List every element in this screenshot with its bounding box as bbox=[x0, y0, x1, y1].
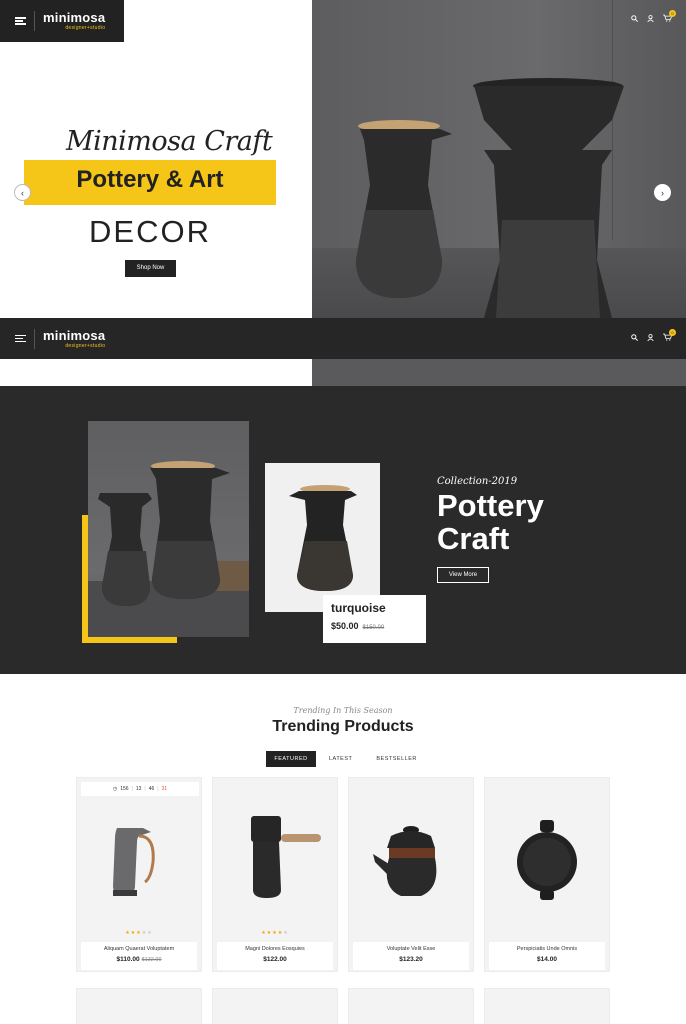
teapot-illustration bbox=[373, 826, 437, 896]
hero-image-continuation bbox=[0, 359, 686, 386]
header-icons: 0 bbox=[631, 10, 676, 22]
product-card[interactable] bbox=[76, 988, 202, 1024]
collection-main-image[interactable] bbox=[88, 421, 249, 637]
sticky-header: minimosa designer+studio 0 bbox=[0, 318, 686, 359]
collection-tag: Collection-2019 bbox=[437, 476, 518, 487]
chevron-right-icon: › bbox=[661, 187, 664, 198]
user-icon[interactable] bbox=[647, 14, 654, 22]
brand-logo[interactable]: minimosa designer+studio bbox=[43, 329, 105, 349]
product-name[interactable]: Magni Dolores Eosquies bbox=[217, 946, 333, 952]
menu-icon[interactable] bbox=[15, 334, 26, 343]
header-logo-block[interactable]: minimosa designer+studio bbox=[0, 0, 124, 42]
product-image[interactable] bbox=[485, 778, 609, 928]
trending-title: Trending Products bbox=[272, 718, 414, 735]
product-image[interactable] bbox=[213, 778, 337, 928]
slider-next-button[interactable]: › bbox=[654, 184, 671, 201]
product-card[interactable]: Perspiciatis Unde Omnis $14.00 bbox=[484, 777, 610, 972]
product-card[interactable] bbox=[484, 988, 610, 1024]
product-card[interactable] bbox=[212, 988, 338, 1024]
brand-logo[interactable]: minimosa designer+studio bbox=[43, 11, 105, 31]
product-card[interactable]: ◷ 156 | 13 | 46 | 31 ★★★★★ Aliquam Quaerat … bbox=[76, 777, 202, 972]
menu-icon[interactable] bbox=[15, 17, 26, 25]
search-icon[interactable] bbox=[631, 14, 638, 22]
product-price: $123.20 bbox=[399, 956, 423, 963]
brand-name: minimosa bbox=[43, 327, 106, 343]
tab-latest[interactable]: LATEST bbox=[320, 751, 361, 767]
kettle-illustration bbox=[113, 828, 155, 896]
slider-prev-button[interactable]: ‹ bbox=[14, 184, 31, 201]
rating-stars: ★★★★★ bbox=[261, 930, 289, 936]
product-price: $122.00 bbox=[263, 956, 287, 963]
coffee-maker-illustration bbox=[251, 816, 321, 898]
collection-banner: turquoise $50.00 $150.00 Collection-2019… bbox=[0, 386, 686, 674]
product-card[interactable]: ★★★★★ Magni Dolores Eosquies $122.00 bbox=[212, 777, 338, 972]
cart-button[interactable]: 0 bbox=[663, 10, 676, 22]
pan-illustration bbox=[517, 820, 577, 900]
shop-now-button[interactable]: Shop Now bbox=[125, 260, 176, 277]
product-card[interactable] bbox=[348, 988, 474, 1024]
brand-tagline: designer+studio bbox=[65, 25, 106, 31]
collection-title-line2: Craft bbox=[437, 521, 510, 556]
product-old-price: $132.00 bbox=[141, 957, 162, 963]
product-image[interactable] bbox=[77, 778, 201, 928]
cart-count-badge: 0 bbox=[669, 10, 676, 17]
hero-slider: minimosa designer+studio 0 Minimosa Craf… bbox=[0, 0, 686, 318]
hero-pottery-illustration bbox=[356, 78, 624, 318]
header-icons: 0 bbox=[631, 329, 676, 341]
cart-count-badge: 0 bbox=[669, 329, 676, 336]
product-card[interactable]: Voluptate Velit Esse $123.20 bbox=[348, 777, 474, 972]
user-icon[interactable] bbox=[647, 333, 654, 341]
collection-pottery-illustration bbox=[88, 461, 249, 637]
tab-bestseller[interactable]: BESTSELLER bbox=[367, 751, 425, 767]
product-name[interactable]: Aliquam Quaerat Voluptatem bbox=[81, 946, 197, 952]
product-price: $14.00 bbox=[537, 956, 557, 963]
chevron-left-icon: ‹ bbox=[21, 187, 24, 198]
hero-image bbox=[312, 0, 686, 318]
collection-title-line1: Pottery bbox=[437, 488, 544, 523]
hero-headline: Pottery & Art bbox=[76, 166, 224, 193]
product-tabs: FEATURED LATEST BESTSELLER bbox=[266, 751, 426, 767]
hero-script-title: Minimosa Craft bbox=[66, 126, 273, 157]
featured-product-price: $50.00 bbox=[331, 621, 359, 631]
search-icon[interactable] bbox=[631, 333, 638, 341]
carafe-illustration bbox=[289, 485, 357, 591]
featured-product-name[interactable]: turquoise bbox=[331, 601, 418, 615]
tab-featured[interactable]: FEATURED bbox=[266, 751, 316, 767]
featured-product-card[interactable]: turquoise $50.00 $150.00 bbox=[323, 595, 426, 643]
cart-button[interactable]: 0 bbox=[663, 329, 676, 341]
rating-stars: ★★★★★ bbox=[125, 930, 153, 936]
product-name[interactable]: Perspiciatis Unde Omnis bbox=[489, 946, 605, 952]
brand-tagline: designer+studio bbox=[65, 342, 106, 349]
product-image[interactable] bbox=[349, 778, 473, 928]
featured-product-old-price: $150.00 bbox=[362, 625, 385, 631]
trending-subtitle: Trending In This Season bbox=[293, 706, 393, 715]
hero-subheadline: DECOR bbox=[89, 214, 211, 249]
product-price: $110.00 bbox=[116, 956, 140, 963]
collection-product-image[interactable] bbox=[265, 463, 380, 612]
product-name[interactable]: Voluptate Velit Esse bbox=[353, 946, 469, 952]
collection-title: Pottery Craft bbox=[437, 489, 544, 555]
brand-name: minimosa bbox=[43, 10, 106, 25]
view-more-button[interactable]: View More bbox=[437, 567, 489, 583]
